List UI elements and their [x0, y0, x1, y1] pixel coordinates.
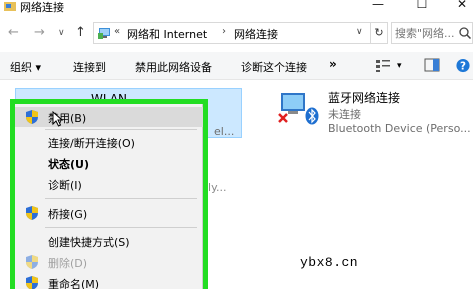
context-menu: 禁用(B) 连接/断开连接(O) 状态(U) 诊断(I) 桥接(G) 创建快捷方…: [15, 104, 203, 289]
menu-item-label: 桥接(G): [48, 208, 88, 221]
menu-item-label: 连接/断开连接(O): [48, 137, 135, 150]
menu-item-label: 诊断(I): [48, 179, 82, 192]
recent-locations-button[interactable]: ∨: [58, 25, 65, 41]
svg-text:?: ?: [460, 60, 466, 72]
connection-device-text: el...: [214, 125, 235, 138]
breadcrumb-overflow[interactable]: «: [114, 26, 120, 37]
help-icon[interactable]: ?: [455, 58, 471, 73]
more-commands-button[interactable]: »: [329, 57, 337, 71]
back-button[interactable]: ←: [8, 25, 19, 41]
close-button[interactable]: ✕: [452, 0, 472, 13]
bluetooth-icon: [305, 107, 319, 125]
command-bar: 组织 ▾ 连接到 禁用此网络设备 诊断这个连接 » ▾ ?: [0, 52, 473, 80]
address-bar[interactable]: « 网络和 Internet › 网络连接 ∨: [93, 22, 371, 44]
menu-item-label: 状态(U): [48, 158, 89, 171]
breadcrumb-network-connections[interactable]: 网络连接: [234, 26, 278, 42]
menu-item-status[interactable]: 状态(U): [15, 153, 203, 173]
preview-pane-icon[interactable]: [424, 58, 440, 73]
menu-item-create-shortcut[interactable]: 创建快捷方式(S): [15, 231, 203, 251]
search-box[interactable]: [391, 22, 473, 44]
up-button[interactable]: ↑: [75, 25, 86, 41]
uac-shield-icon: [26, 110, 38, 124]
window-title: 网络连接: [20, 1, 64, 14]
network-folder-icon: [4, 2, 16, 11]
search-icon: [459, 27, 472, 40]
forward-button[interactable]: →: [34, 25, 45, 41]
menu-item-disable[interactable]: 禁用(B): [15, 107, 203, 127]
address-dropdown-button[interactable]: ∨: [356, 27, 363, 37]
connection-tile-bluetooth[interactable]: 蓝牙网络连接 未连接 Bluetooth Device (Perso...: [275, 85, 473, 141]
watermark-text: ybx8.cn: [300, 255, 359, 270]
menu-item-delete: 删除(D): [15, 252, 203, 272]
mouse-cursor-icon: [52, 111, 64, 127]
menu-item-label: 创建快捷方式(S): [48, 236, 130, 249]
menu-item-label: 重命名(M): [48, 278, 100, 289]
uac-shield-icon: [26, 206, 38, 220]
menu-item-bridge[interactable]: 桥接(G): [15, 203, 203, 223]
connection-device-text: Bluetooth Device (Perso...: [328, 122, 471, 135]
control-panel-icon: [98, 28, 110, 39]
uac-shield-icon: [26, 255, 38, 269]
menu-item-rename[interactable]: 重命名(M): [15, 273, 203, 289]
network-connections-window: 网络连接 — ☐ ✕ ← → ∨ ↑ « 网络和 Internet › 网络连接…: [0, 0, 473, 289]
minimize-button[interactable]: —: [368, 0, 388, 13]
view-dropdown-button[interactable]: ▾: [397, 61, 402, 71]
navigation-bar: ← → ∨ ↑ « 网络和 Internet › 网络连接 ∨ ↻: [0, 18, 473, 48]
menu-item-diagnose[interactable]: 诊断(I): [15, 174, 203, 194]
organize-menu[interactable]: 组织 ▾: [10, 59, 41, 75]
connect-to-button[interactable]: 连接到: [73, 59, 106, 75]
diagnose-button[interactable]: 诊断这个连接: [241, 59, 307, 75]
search-input[interactable]: [395, 25, 459, 41]
refresh-button[interactable]: ↻: [371, 22, 388, 44]
menu-separator: [45, 129, 197, 130]
connection-status: 未连接: [328, 108, 361, 121]
title-bar: 网络连接 — ☐ ✕: [0, 0, 473, 14]
connection-name: 蓝牙网络连接: [328, 91, 401, 105]
disable-device-button[interactable]: 禁用此网络设备: [135, 59, 212, 75]
change-view-icon[interactable]: [375, 58, 391, 73]
menu-item-label: 删除(D): [48, 257, 88, 270]
maximize-button[interactable]: ☐: [412, 0, 432, 13]
menu-separator: [45, 227, 197, 228]
uac-shield-icon: [26, 276, 38, 289]
menu-item-connect-disconnect[interactable]: 连接/断开连接(O): [15, 132, 203, 152]
menu-separator: [45, 198, 197, 199]
connection-device-text: ily...: [205, 181, 227, 194]
breadcrumb-network-internet[interactable]: 网络和 Internet: [127, 26, 207, 42]
breadcrumb-separator: ›: [222, 26, 226, 37]
